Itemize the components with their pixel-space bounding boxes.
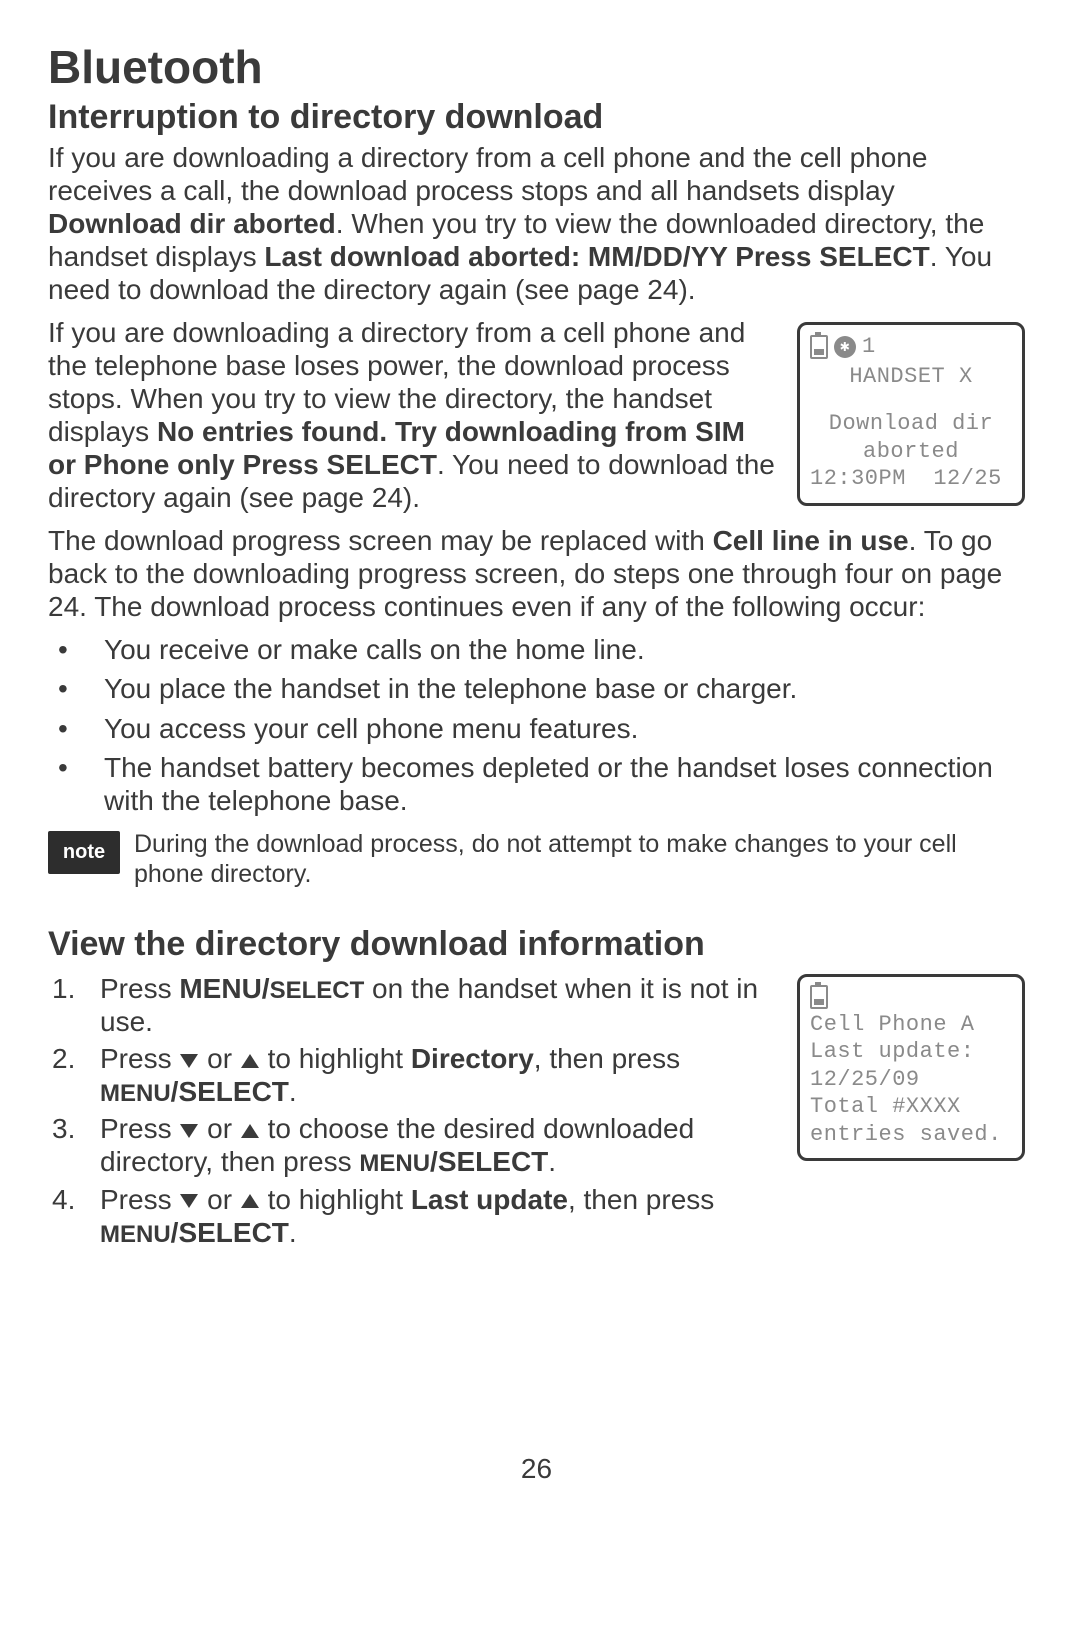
para-interruption-3: The download progress screen may be repl… (48, 524, 1025, 623)
lcd-line: Download dir (810, 410, 1012, 438)
lcd-line: 12/25/09 (810, 1066, 1012, 1094)
text: Press (100, 1184, 179, 1215)
lcd-screen-info: Cell Phone A Last update: 12/25/09 Total… (797, 974, 1025, 1162)
up-arrow-icon (241, 1054, 259, 1068)
bold-menu-sc: MENU (100, 1221, 171, 1248)
list-item: Press or to highlight Last update, then … (48, 1183, 779, 1249)
text: to highlight (260, 1184, 411, 1215)
bluetooth-icon: ✱ (834, 336, 856, 358)
list-item: Press MENU/SELECT on the handset when it… (48, 972, 779, 1038)
up-arrow-icon (241, 1194, 259, 1208)
note-tag: note (48, 831, 120, 874)
list-item: You place the handset in the telephone b… (48, 672, 1025, 705)
para-interruption-2: If you are downloading a directory from … (48, 316, 779, 514)
text: or (199, 1113, 239, 1144)
list-item: You access your cell phone menu features… (48, 712, 1025, 745)
down-arrow-icon (180, 1124, 198, 1138)
lcd-line: Last update: (810, 1038, 1012, 1066)
bt-number: 1 (862, 333, 876, 361)
text: Press (100, 1113, 179, 1144)
lcd-line: HANDSET X (810, 363, 1012, 391)
lcd-line: Cell Phone A (810, 1011, 1012, 1039)
down-arrow-icon (180, 1054, 198, 1068)
bold-last-update: Last update (411, 1184, 568, 1215)
lcd-line: 12:30PM 12/25 (810, 465, 1012, 493)
list-item: Press or to choose the desired downloade… (48, 1112, 779, 1178)
text: Press (100, 973, 179, 1004)
list-item: Press or to highlight Directory, then pr… (48, 1042, 779, 1108)
up-arrow-icon (241, 1124, 259, 1138)
para-interruption-1: If you are downloading a directory from … (48, 141, 1025, 306)
text: , then press (568, 1184, 714, 1215)
text: . (548, 1146, 556, 1177)
lcd-line: entries saved. (810, 1121, 1012, 1149)
text: or (199, 1184, 239, 1215)
section-heading-interruption: Interruption to directory download (48, 98, 1025, 137)
bold-select-sc: SELECT (270, 977, 365, 1004)
bold-directory: Directory (411, 1043, 534, 1074)
bold-menu-sc: MENU (100, 1080, 171, 1107)
bold-select: /SELECT (171, 1076, 289, 1107)
list-item: The handset battery becomes depleted or … (48, 751, 1025, 817)
bullet-list: You receive or make calls on the home li… (48, 633, 1025, 816)
text: Press (100, 1043, 179, 1074)
text: to highlight (260, 1043, 411, 1074)
battery-icon (810, 985, 828, 1009)
text: or (199, 1043, 239, 1074)
bold-download-dir-aborted: Download dir aborted (48, 208, 336, 239)
bold-last-download-aborted: Last download aborted: MM/DD/YY Press SE… (264, 241, 929, 272)
bold-menu: MENU/ (179, 973, 269, 1004)
steps-list: Press MENU/SELECT on the handset when it… (48, 972, 779, 1249)
bold-cell-line-in-use: Cell line in use (713, 525, 909, 556)
note-box: note During the download process, do not… (48, 829, 1025, 889)
bold-select: /SELECT (430, 1146, 548, 1177)
page-title: Bluetooth (48, 40, 1025, 94)
section-heading-view-info: View the directory download information (48, 925, 1025, 964)
text: . (289, 1076, 297, 1107)
text: . (289, 1217, 297, 1248)
page-number: 26 (48, 1453, 1025, 1485)
down-arrow-icon (180, 1194, 198, 1208)
lcd-screen-aborted: ✱ 1 HANDSET X Download dir aborted 12:30P… (797, 322, 1025, 506)
bold-select: /SELECT (171, 1217, 289, 1248)
text: The download progress screen may be repl… (48, 525, 713, 556)
battery-icon (810, 335, 828, 359)
note-text: During the download process, do not atte… (134, 829, 1025, 889)
list-item: You receive or make calls on the home li… (48, 633, 1025, 666)
lcd-line: Total #XXXX (810, 1093, 1012, 1121)
text: If you are downloading a directory from … (48, 142, 927, 206)
lcd-line: aborted (810, 438, 1012, 466)
text: , then press (534, 1043, 680, 1074)
bold-menu-sc: MENU (359, 1150, 430, 1177)
